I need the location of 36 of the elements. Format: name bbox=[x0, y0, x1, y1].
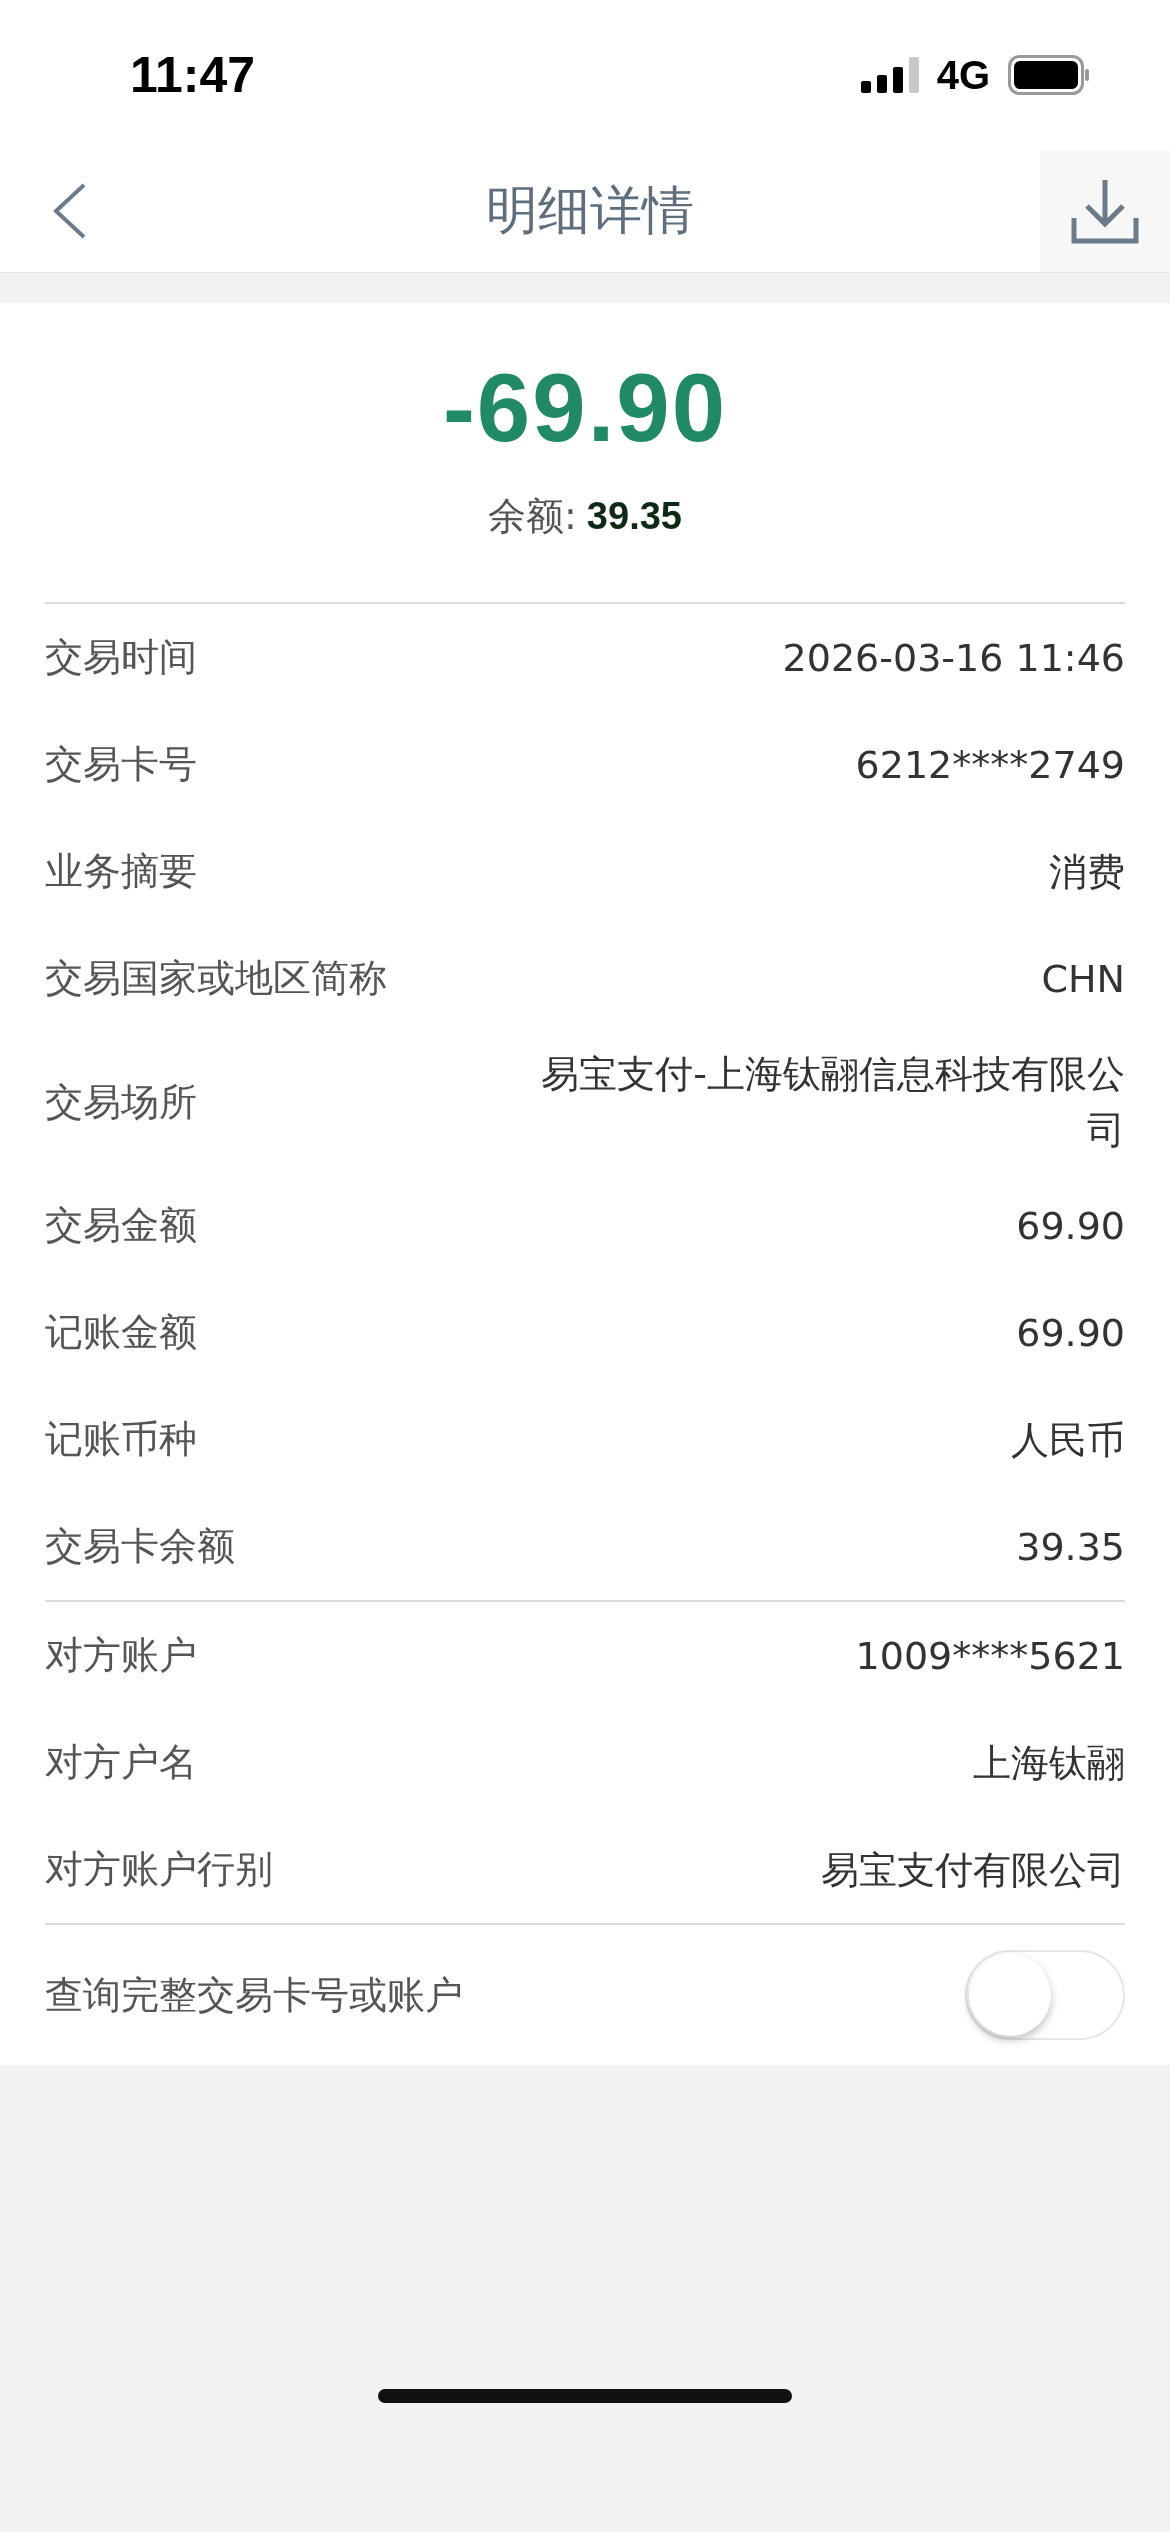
detail-label: 交易场所 bbox=[45, 1078, 197, 1126]
detail-value: 2026-03-16 11:46 bbox=[782, 634, 1125, 682]
detail-label: 交易金额 bbox=[45, 1202, 197, 1249]
detail-label: 记账金额 bbox=[45, 1309, 197, 1356]
detail-value: 39.35 bbox=[1016, 1523, 1125, 1571]
balance-value: 39.35 bbox=[586, 495, 682, 538]
detail-label: 业务摘要 bbox=[45, 848, 197, 895]
page-title: 明细详情 bbox=[485, 179, 695, 242]
download-icon bbox=[1071, 178, 1139, 244]
signal-icon bbox=[860, 57, 919, 93]
status-time: 11:47 bbox=[130, 46, 256, 104]
transaction-amount: -69.90 bbox=[442, 353, 728, 463]
detail-label: 对方账户 bbox=[45, 1632, 197, 1679]
detail-value: 易宝支付-上海钛翮信息科技有限公司 bbox=[540, 1051, 1125, 1154]
download-button[interactable] bbox=[1040, 150, 1170, 272]
detail-label: 交易卡号 bbox=[45, 741, 197, 788]
network-label: 4G bbox=[936, 52, 990, 98]
detail-value: 消费 bbox=[1049, 848, 1125, 896]
toggle-label: 查询完整交易卡号或账户 bbox=[45, 1971, 463, 2019]
detail-label: 交易时间 bbox=[45, 634, 197, 681]
detail-value: 69.90 bbox=[1016, 1309, 1125, 1357]
detail-value: 1009****5621 bbox=[855, 1632, 1125, 1680]
detail-value: CHN bbox=[1041, 955, 1125, 1003]
detail-label: 交易国家或地区简称 bbox=[45, 955, 387, 1002]
detail-value: 6212****2749 bbox=[855, 741, 1125, 789]
balance-label: 余额: bbox=[488, 493, 577, 540]
detail-label: 记账币种 bbox=[45, 1416, 197, 1463]
detail-value: 上海钛翮 bbox=[973, 1739, 1125, 1787]
detail-label: 交易卡余额 bbox=[45, 1523, 235, 1570]
detail-label: 对方账户行别 bbox=[45, 1846, 273, 1893]
detail-value: 人民币 bbox=[1011, 1416, 1125, 1464]
back-icon bbox=[52, 181, 88, 241]
detail-value: 易宝支付有限公司 bbox=[821, 1846, 1125, 1894]
detail-value: 69.90 bbox=[1016, 1202, 1125, 1250]
detail-label: 对方户名 bbox=[45, 1739, 197, 1786]
battery-icon bbox=[1008, 55, 1090, 95]
